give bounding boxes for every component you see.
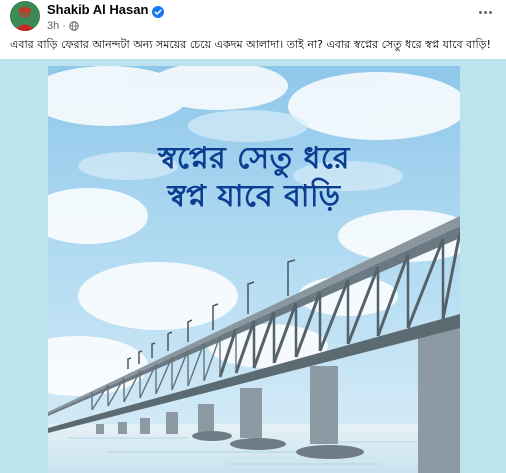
artwork-title-line-2: স্বপ্ন যাবে বাড়ি [167,179,341,214]
avatar-image [10,1,40,31]
artwork-title-line-1: স্বপ্নের সেতু ধরে [158,141,350,176]
author-avatar[interactable] [10,1,40,31]
more-options-icon [478,10,492,14]
post-caption: এবার বাড়ি ফেরার আনন্দটা অন্য সময়ের চেয… [10,38,491,51]
meta-separator: · [62,19,66,32]
post-header: Shakib Al Hasan 3h · [0,0,506,34]
bridge-illustration [48,66,460,473]
author-name[interactable]: Shakib Al Hasan [47,2,148,17]
globe-icon[interactable] [69,20,79,31]
facebook-post: Shakib Al Hasan 3h · এবার বাড়ি ফেরার আন… [0,0,506,473]
artwork-title: স্বপ্নের সেতু ধরে স্বপ্ন যাবে বাড়ি [48,140,460,216]
artwork-frame: স্বপ্নের সেতু ধরে স্বপ্ন যাবে বাড়ি [48,66,460,473]
post-timestamp[interactable]: 3h [47,20,59,32]
post-meta: 3h · [47,19,79,32]
post-image[interactable]: স্বপ্নের সেতু ধরে স্বপ্ন যাবে বাড়ি [0,59,506,473]
verified-badge-icon [152,3,165,18]
author-line: Shakib Al Hasan [47,1,165,18]
post-options-button[interactable] [472,2,498,22]
